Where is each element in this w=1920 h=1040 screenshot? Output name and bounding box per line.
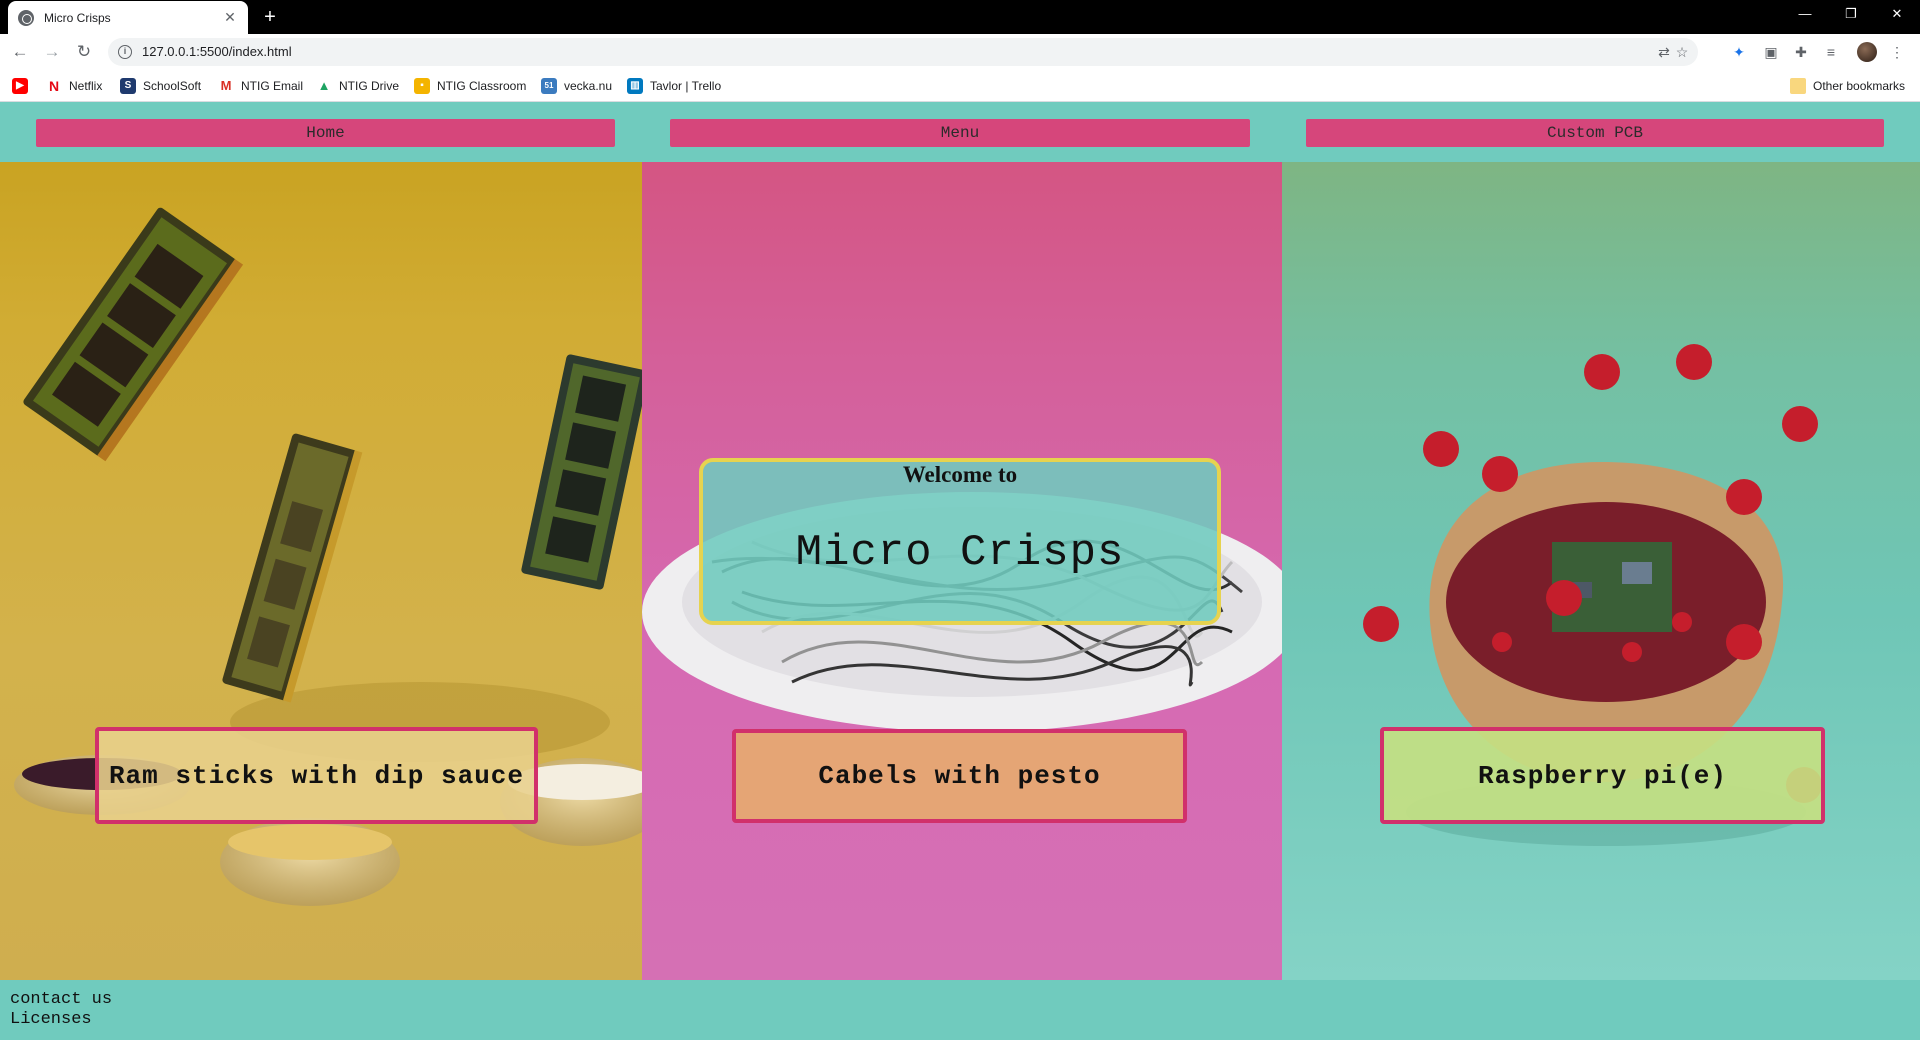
bookmark-ntig-classroom[interactable]: ▪ NTIG Classroom (414, 77, 526, 95)
profile-avatar[interactable] (1857, 42, 1877, 62)
bookmark-label: NTIG Email (241, 79, 304, 93)
classroom-icon: ▪ (414, 78, 430, 94)
calendar-icon: 51 (541, 78, 557, 94)
bookmark-label: Netflix (69, 79, 103, 93)
licenses-link[interactable]: Licenses (10, 1010, 1910, 1030)
bookmark-label: NTIG Drive (339, 79, 399, 93)
hero-title: Micro Crisps (795, 528, 1125, 578)
bookmark-label: NTIG Classroom (437, 79, 527, 93)
address-bar[interactable]: i 127.0.0.1:5500/index.html ⇄ ☆ (108, 38, 1698, 66)
bookmark-label: Tavlor | Trello (650, 79, 722, 93)
new-tab-button[interactable]: + (258, 5, 282, 29)
bookmark-youtube[interactable]: ▶ (12, 77, 35, 95)
back-button[interactable]: ← (8, 40, 32, 64)
reading-list-icon[interactable]: ≡ (1822, 43, 1840, 61)
bookmark-schoolsoft[interactable]: S SchoolSoft (120, 77, 201, 95)
bookmark-trello[interactable]: ▥ Tavlor | Trello (627, 77, 721, 95)
youtube-icon: ▶ (12, 78, 28, 94)
bookmark-ntig-drive[interactable]: ▲ NTIG Drive (316, 77, 399, 95)
tab-title: Micro Crisps (44, 10, 111, 25)
bookmark-ntig-email[interactable]: M NTIG Email (218, 77, 303, 95)
bookmark-star-icon[interactable]: ☆ (1674, 44, 1690, 60)
other-bookmarks[interactable]: Other bookmarks (1790, 77, 1905, 95)
nav-menu-button[interactable]: Menu (670, 119, 1250, 147)
dish-card-raspberry-pie[interactable]: Raspberry pi(e) (1380, 727, 1825, 824)
info-icon[interactable]: i (118, 45, 132, 59)
contact-us-link[interactable]: contact us (10, 990, 1910, 1010)
dish-card-ram-sticks[interactable]: Ram sticks with dip sauce (95, 727, 538, 824)
page: Home Menu Custom PCB Ram sticks with dip… (0, 102, 1920, 1040)
browser-toolbar: ← → ↻ i 127.0.0.1:5500/index.html ⇄ ☆ ✦ … (0, 34, 1920, 70)
dish-label: Raspberry pi(e) (1477, 760, 1728, 791)
forward-button[interactable]: → (40, 40, 64, 64)
site-navbar: Home Menu Custom PCB (0, 102, 1920, 162)
tab-strip: Micro Crisps ✕ + — ❐ ✕ (0, 0, 1920, 34)
ram-sticks-image (14, 207, 642, 906)
nav-home-button[interactable]: Home (36, 119, 615, 147)
bookmark-vecka[interactable]: 51 vecka.nu (541, 77, 612, 95)
extension-bird-icon[interactable]: ✦ (1730, 43, 1748, 61)
minimize-icon[interactable]: — (1782, 0, 1828, 28)
schoolsoft-icon: S (120, 78, 136, 94)
dish-label: Ram sticks with dip sauce (108, 760, 525, 791)
netflix-icon: N (46, 78, 62, 94)
bookmark-netflix[interactable]: N Netflix (46, 77, 102, 95)
reload-button[interactable]: ↻ (72, 40, 96, 64)
url-text[interactable]: 127.0.0.1:5500/index.html (142, 38, 292, 66)
gmail-icon: M (218, 78, 234, 94)
folder-icon (1790, 78, 1806, 94)
hero-box: Welcome to Micro Crisps (699, 458, 1221, 625)
close-tab-icon[interactable]: ✕ (222, 9, 238, 26)
nav-custom-pcb-button[interactable]: Custom PCB (1306, 119, 1884, 147)
dish-card-cabels[interactable]: Cabels with pesto (732, 729, 1187, 823)
extensions-puzzle-icon[interactable]: ✚ (1792, 43, 1810, 61)
site-footer: contact us Licenses (0, 980, 1920, 1040)
raspberry-pie-image (1363, 344, 1822, 846)
bookmarks-bar: ▶ N Netflix S SchoolSoft M NTIG Email ▲ … (0, 70, 1920, 102)
bookmark-label: vecka.nu (564, 79, 613, 93)
translate-icon[interactable]: ⇄ (1656, 44, 1672, 60)
other-bookmarks-label: Other bookmarks (1813, 79, 1906, 93)
dish-label: Cabels with pesto (818, 761, 1101, 791)
drive-icon: ▲ (316, 78, 332, 94)
trello-icon: ▥ (627, 78, 643, 94)
bookmark-label: SchoolSoft (143, 79, 202, 93)
extension-a-icon[interactable]: ▣ (1762, 43, 1780, 61)
browser-tab[interactable]: Micro Crisps ✕ (8, 1, 248, 34)
more-menu-icon[interactable]: ⋮ (1888, 43, 1906, 61)
close-window-icon[interactable]: ✕ (1874, 0, 1920, 28)
ram-sticks-panel (0, 162, 642, 980)
hero-subtitle: Welcome to (902, 462, 1018, 487)
globe-icon (18, 9, 34, 26)
restore-icon[interactable]: ❐ (1828, 0, 1874, 28)
raspberry-pie-panel (1282, 162, 1920, 980)
